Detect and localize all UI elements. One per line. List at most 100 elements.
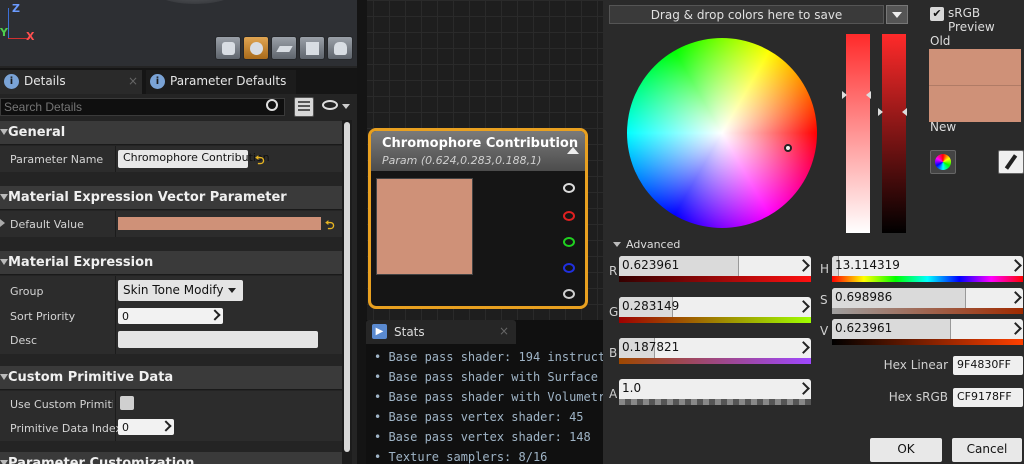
- eyedropper-button[interactable]: [998, 150, 1024, 174]
- parameter-name-field[interactable]: Chromophore Contribution: [118, 150, 270, 168]
- section-parameter-customization[interactable]: Parameter Customization: [0, 452, 342, 464]
- b-value-field[interactable]: 0.187821: [619, 338, 811, 358]
- z-axis-line: [8, 8, 9, 38]
- color-wheel-selector[interactable]: [784, 144, 792, 152]
- hex-srgb-field[interactable]: CF9178FF: [953, 388, 1023, 407]
- h-gradient: [832, 276, 1023, 282]
- search-details-input[interactable]: [0, 98, 285, 116]
- tab-close-icon[interactable]: ×: [499, 324, 509, 338]
- sort-priority-field[interactable]: 0: [118, 308, 223, 324]
- v-value-field[interactable]: 0.623961: [832, 319, 1023, 339]
- saturation-bar[interactable]: [846, 34, 870, 233]
- g-value: 0.283149: [622, 299, 680, 313]
- a-gradient: [619, 399, 811, 405]
- default-value-color-swatch[interactable]: [118, 217, 321, 230]
- reset-to-default-icon[interactable]: ⮌: [255, 151, 265, 172]
- group-dropdown[interactable]: Skin Tone Modify: [118, 280, 243, 301]
- property-matrix-button[interactable]: [294, 97, 314, 117]
- stats-line-text: Base pass shader with Surface Lightmap: [388, 370, 603, 384]
- cylinder-icon: [222, 42, 235, 55]
- plane-icon: [276, 46, 293, 52]
- value-bar[interactable]: [882, 34, 906, 233]
- color-wheel-mode-button[interactable]: [930, 150, 956, 174]
- color-wheel[interactable]: [627, 38, 817, 228]
- tab-parameter-defaults[interactable]: i Parameter Defaults: [146, 70, 296, 94]
- tab-close-icon[interactable]: ×: [128, 74, 138, 88]
- drag-spin-icon: [797, 382, 810, 395]
- collapse-arrow-icon[interactable]: [567, 147, 579, 154]
- default-value-label: Default Value: [10, 218, 84, 231]
- view-options-chevron-icon[interactable]: [342, 104, 350, 109]
- section-parameter-customization-title: Parameter Customization: [8, 456, 195, 464]
- desc-field[interactable]: [118, 331, 318, 348]
- g-value-field[interactable]: 0.283149: [619, 297, 811, 317]
- vector-parameter-node[interactable]: Chromophore Contribution Param (0.624,0.…: [368, 128, 588, 309]
- node-title: Chromophore Contribution: [382, 136, 579, 151]
- preview-custom-mesh-button[interactable]: [327, 36, 353, 60]
- tab-details[interactable]: i Details ×: [0, 70, 142, 94]
- value-marker-left[interactable]: [878, 108, 883, 116]
- tab-stats[interactable]: ▶ Stats ×: [366, 320, 516, 344]
- r-gradient: [619, 276, 811, 282]
- tab-stats-label: Stats: [394, 325, 425, 339]
- reset-to-default-icon[interactable]: ⮌: [325, 216, 335, 237]
- column-divider: [115, 146, 116, 172]
- section-vector-parameter[interactable]: Material Expression Vector Parameter: [0, 186, 342, 210]
- r-value: 0.623961: [622, 258, 680, 272]
- saturation-marker-right[interactable]: [866, 91, 871, 99]
- output-pin-r[interactable]: [563, 211, 575, 221]
- h-value-field[interactable]: 13.114319: [832, 256, 1023, 276]
- s-gradient: [832, 308, 1023, 314]
- scrollbar-thumb[interactable]: [344, 122, 350, 452]
- output-pin-g[interactable]: [563, 237, 575, 247]
- output-pin-rgb[interactable]: [563, 183, 575, 193]
- a-value-field[interactable]: 1.0: [619, 379, 811, 399]
- advanced-label: Advanced: [626, 238, 681, 251]
- b-label: B: [609, 346, 618, 360]
- color-themes-dropzone[interactable]: Drag & drop colors here to save: [609, 5, 884, 24]
- h-label: H: [820, 262, 830, 276]
- eye-icon[interactable]: [322, 100, 338, 110]
- section-custom-primitive-data-title: Custom Primitive Data: [8, 370, 174, 385]
- stats-line-text: Base pass shader with Volumetric Lightma…: [388, 390, 603, 404]
- srgb-preview-checkbox[interactable]: ✔: [930, 7, 944, 21]
- primitive-data-index-value: 0: [122, 421, 129, 434]
- advanced-collapse-icon[interactable]: [613, 242, 621, 247]
- search-icon: [266, 99, 278, 111]
- section-general[interactable]: General: [0, 121, 342, 145]
- drag-spin-icon: [1009, 259, 1022, 272]
- node-color-preview: [376, 178, 473, 275]
- stats-icon: ▶: [372, 324, 387, 339]
- r-value-field[interactable]: 0.623961: [619, 256, 811, 276]
- cancel-button[interactable]: Cancel: [952, 438, 1022, 462]
- old-color-label: Old: [930, 34, 951, 48]
- saturation-marker-left[interactable]: [842, 91, 847, 99]
- cube-icon: [306, 42, 319, 55]
- drag-spin-icon: [1009, 322, 1022, 335]
- teapot-icon: [334, 42, 347, 55]
- ok-button[interactable]: OK: [870, 438, 942, 462]
- preview-plane-button[interactable]: [271, 36, 297, 60]
- chevron-down-icon: [892, 12, 902, 18]
- hex-linear-field[interactable]: 9F4830FF: [953, 356, 1023, 375]
- output-pin-b[interactable]: [563, 263, 575, 273]
- themes-dropdown-button[interactable]: [886, 5, 908, 24]
- use-custom-primitive-data-checkbox[interactable]: [120, 396, 134, 410]
- axis-y-label: Y: [0, 26, 8, 39]
- section-vector-parameter-title: Material Expression Vector Parameter: [8, 190, 287, 205]
- primitive-data-index-field[interactable]: 0: [118, 419, 174, 435]
- details-scrollbar[interactable]: [342, 120, 352, 464]
- preview-cube-button[interactable]: [299, 36, 325, 60]
- v-value: 0.623961: [835, 321, 893, 335]
- output-pin-a[interactable]: [563, 289, 575, 299]
- section-material-expression[interactable]: Material Expression: [0, 251, 342, 275]
- node-header[interactable]: Chromophore Contribution Param (0.624,0.…: [371, 131, 585, 171]
- value-marker-right[interactable]: [902, 108, 907, 116]
- preview-cylinder-button[interactable]: [215, 36, 241, 60]
- material-preview-viewport[interactable]: Z Y X: [0, 0, 357, 66]
- preview-sphere-button[interactable]: [243, 36, 269, 60]
- drag-spin-icon: [209, 309, 221, 321]
- expand-triangle-icon[interactable]: [0, 219, 5, 227]
- section-custom-primitive-data[interactable]: Custom Primitive Data: [0, 366, 342, 390]
- s-value-field[interactable]: 0.698986: [832, 288, 1023, 308]
